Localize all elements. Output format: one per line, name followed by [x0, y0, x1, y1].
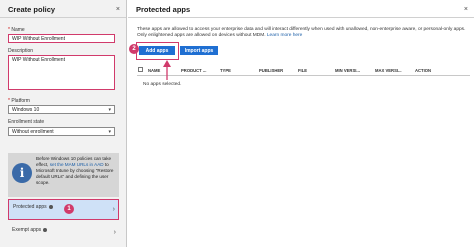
description-input[interactable]: WIP Without Enrollment	[8, 55, 115, 90]
step-badge-1: 1	[64, 204, 74, 214]
col-name[interactable]: NAME	[148, 68, 160, 73]
chevron-down-icon: ▾	[108, 106, 111, 113]
info-dot-icon	[48, 204, 53, 209]
blade-description: These apps are allowed to access your en…	[137, 27, 466, 38]
close-icon[interactable]: ×	[116, 6, 120, 13]
enrollment-label: Enrollment state	[8, 119, 45, 125]
col-min-version[interactable]: MIN VERSI...	[335, 68, 360, 73]
step-badge-2: 2	[129, 44, 139, 54]
divider	[0, 17, 126, 18]
info-text: Before Windows 10 policies can take effe…	[36, 156, 114, 185]
info-icon: i	[12, 163, 32, 183]
chevron-right-icon: ›	[112, 206, 115, 213]
description-label: Description	[8, 48, 34, 54]
col-product[interactable]: PRODUCT ...	[181, 68, 206, 73]
name-input[interactable]: WIP Without Enrollment	[8, 34, 115, 43]
info-dot-icon	[43, 227, 48, 232]
add-apps-button[interactable]: Add apps	[139, 46, 175, 55]
enrollment-select[interactable]: Without enrollment ▾	[8, 127, 115, 136]
chevron-right-icon: ›	[113, 229, 116, 236]
enrollment-value: Without enrollment	[12, 128, 54, 135]
close-icon[interactable]: ×	[464, 6, 468, 13]
platform-label: * Platform	[8, 98, 30, 104]
col-max-version[interactable]: MAX VERSI...	[375, 68, 402, 73]
blade-title: Protected apps	[136, 5, 191, 14]
col-action[interactable]: ACTION	[415, 68, 431, 73]
col-file[interactable]: FILE	[298, 68, 307, 73]
nav-exempt-apps-label: Exempt apps	[12, 227, 42, 233]
protected-apps-blade: Protected apps × These apps are allowed …	[128, 0, 474, 247]
col-publisher[interactable]: PUBLISHER	[259, 68, 283, 73]
platform-select[interactable]: Windows 10 ▾	[8, 105, 115, 114]
import-apps-button[interactable]: Import apps	[180, 46, 218, 55]
nav-protected-apps-label: Protected apps	[13, 204, 47, 210]
chevron-down-icon: ▾	[108, 128, 111, 135]
info-banner: i Before Windows 10 policies can take ef…	[8, 153, 119, 197]
apps-table-header: NAME PRODUCT ... TYPE PUBLISHER FILE MIN…	[137, 66, 470, 76]
blade-title: Create policy	[8, 5, 56, 14]
divider	[128, 17, 474, 18]
mam-urls-link[interactable]: set the MAM URLs in AAD	[50, 162, 104, 167]
blade-header: Protected apps ×	[128, 0, 474, 16]
col-type[interactable]: TYPE	[220, 68, 231, 73]
nav-exempt-apps[interactable]: Exempt apps ›	[8, 223, 119, 244]
learn-more-link[interactable]: Learn more here	[267, 33, 302, 38]
select-all-checkbox[interactable]	[138, 67, 143, 72]
platform-value: Windows 10	[12, 106, 40, 113]
empty-table-message: No apps selected.	[143, 82, 182, 87]
create-policy-blade: Create policy × * Name WIP Without Enrol…	[0, 0, 127, 247]
name-label: * Name	[8, 27, 25, 33]
blade-header: Create policy ×	[0, 0, 126, 16]
